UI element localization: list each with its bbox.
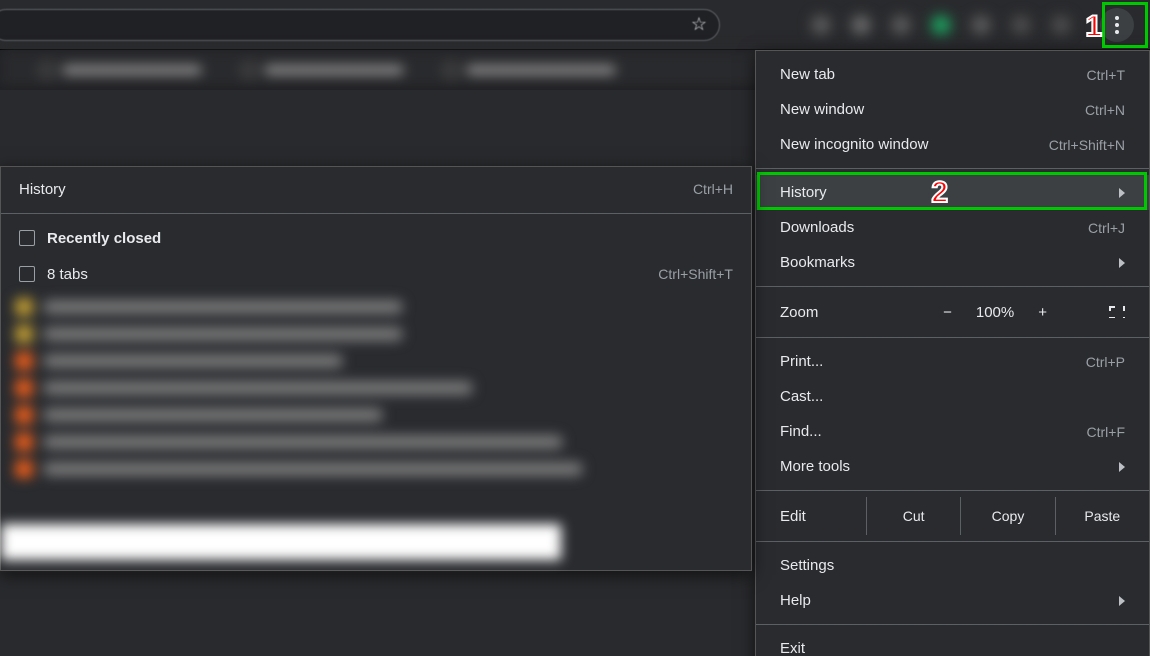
omnibox[interactable]: ☆ (0, 9, 720, 41)
vertical-dots-icon (1115, 16, 1119, 34)
menu-find[interactable]: Find... Ctrl+F (756, 414, 1149, 449)
separator (756, 337, 1149, 338)
main-menu: New tab Ctrl+T New window Ctrl+N New inc… (755, 50, 1150, 656)
menu-bookmarks[interactable]: Bookmarks (756, 245, 1149, 280)
separator (756, 490, 1149, 491)
menu-cut[interactable]: Cut (866, 497, 960, 535)
separator (756, 624, 1149, 625)
menu-cast[interactable]: Cast... (756, 379, 1149, 414)
menu-more-tools[interactable]: More tools (756, 449, 1149, 484)
menu-settings[interactable]: Settings (756, 548, 1149, 583)
submenu-recently-closed: Recently closed (1, 220, 751, 256)
zoom-out-button[interactable]: − (943, 304, 952, 321)
tabs-shortcut: Ctrl+Shift+T (658, 266, 733, 282)
separator (1, 213, 751, 214)
submenu-history-label: History (19, 181, 66, 198)
menu-zoom: Zoom − 100% + (756, 293, 1149, 331)
separator (756, 286, 1149, 287)
tabs-label: 8 tabs (47, 266, 88, 283)
submenu-history[interactable]: History Ctrl+H (1, 171, 751, 207)
zoom-in-button[interactable]: + (1038, 304, 1047, 321)
tab-icon (19, 230, 35, 246)
history-items-blurred (1, 292, 751, 484)
menu-help[interactable]: Help (756, 583, 1149, 618)
separator (756, 168, 1149, 169)
submenu-history-shortcut: Ctrl+H (693, 181, 733, 197)
bookmark-item[interactable] (40, 63, 202, 77)
bookmark-item[interactable] (242, 63, 404, 77)
submenu-tabs[interactable]: 8 tabs Ctrl+Shift+T (1, 256, 751, 292)
chevron-right-icon (1119, 188, 1125, 198)
menu-exit[interactable]: Exit (756, 631, 1149, 656)
blurred-bar (1, 524, 561, 560)
extensions-blurred (812, 16, 1070, 34)
chevron-right-icon (1119, 258, 1125, 268)
menu-copy[interactable]: Copy (960, 497, 1054, 535)
address-bar: ☆ (0, 0, 1150, 50)
menu-downloads[interactable]: Downloads Ctrl+J (756, 210, 1149, 245)
menu-new-incognito[interactable]: New incognito window Ctrl+Shift+N (756, 127, 1149, 162)
menu-new-tab[interactable]: New tab Ctrl+T (756, 57, 1149, 92)
tab-icon (19, 266, 35, 282)
menu-print[interactable]: Print... Ctrl+P (756, 344, 1149, 379)
menu-edit-row: Edit Cut Copy Paste (756, 497, 1149, 535)
bookmark-star-icon[interactable]: ☆ (691, 14, 707, 35)
chevron-right-icon (1119, 462, 1125, 472)
fullscreen-icon[interactable] (1109, 306, 1125, 318)
zoom-percent: 100% (976, 304, 1014, 321)
menu-button[interactable] (1100, 8, 1134, 42)
separator (756, 541, 1149, 542)
annotation-number-2: 2 (931, 176, 948, 210)
bookmark-item[interactable] (444, 63, 616, 77)
menu-history[interactable]: History (756, 175, 1149, 210)
recently-closed-label: Recently closed (47, 230, 161, 247)
annotation-number-1: 1 (1085, 10, 1102, 44)
menu-paste[interactable]: Paste (1055, 497, 1149, 535)
menu-new-window[interactable]: New window Ctrl+N (756, 92, 1149, 127)
history-submenu: History Ctrl+H Recently closed 8 tabs Ct… (0, 166, 752, 571)
chevron-right-icon (1119, 596, 1125, 606)
